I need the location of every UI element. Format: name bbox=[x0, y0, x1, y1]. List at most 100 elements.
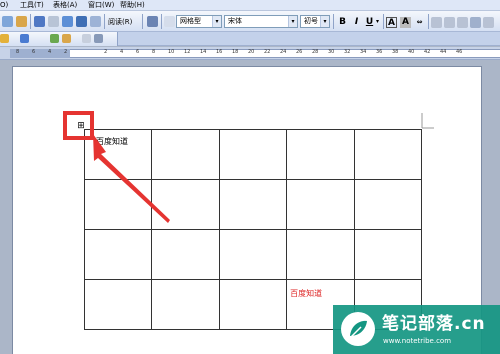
hyperlink-icon[interactable] bbox=[62, 16, 73, 27]
table-cell[interactable] bbox=[151, 279, 220, 330]
format-painter-icon[interactable] bbox=[16, 16, 27, 27]
shape-icon[interactable] bbox=[20, 34, 29, 43]
ruler-number: 12 bbox=[184, 49, 191, 55]
table-cell[interactable] bbox=[218, 129, 288, 180]
separator bbox=[161, 14, 162, 29]
char-border-button[interactable]: A bbox=[386, 17, 397, 28]
distributed-icon[interactable] bbox=[483, 17, 494, 28]
ruler-number: 32 bbox=[344, 49, 351, 55]
menu-item-help[interactable]: 帮助(H) bbox=[120, 1, 145, 10]
styles-pane-icon[interactable] bbox=[164, 16, 175, 27]
shading-color-icon[interactable] bbox=[0, 34, 9, 43]
ruler-number: 34 bbox=[360, 49, 367, 55]
char-scale-button[interactable]: ⇔ bbox=[414, 17, 425, 28]
separator bbox=[383, 14, 384, 29]
menu-item-partial[interactable]: O) bbox=[0, 1, 8, 10]
read-button[interactable]: 阅读(R) bbox=[108, 17, 132, 27]
table-cell[interactable] bbox=[286, 179, 355, 230]
table-cell[interactable] bbox=[286, 229, 355, 280]
table-row bbox=[83, 229, 423, 280]
underline-button[interactable]: U bbox=[364, 17, 375, 28]
table-cell[interactable] bbox=[151, 229, 220, 280]
table-cell[interactable] bbox=[353, 179, 423, 230]
font-size-dropdown[interactable]: 初号 ▾ bbox=[300, 15, 330, 28]
horizontal-ruler[interactable]: 8 6 4 2 2 4 6 8 10 12 14 16 18 20 22 24 … bbox=[0, 47, 500, 60]
ruler-number: 10 bbox=[168, 49, 175, 55]
table-cell[interactable] bbox=[218, 229, 288, 280]
menu-item-window[interactable]: 窗口(W) bbox=[88, 1, 114, 10]
justify-icon[interactable] bbox=[470, 17, 481, 28]
table-cell[interactable] bbox=[83, 279, 153, 330]
insert-table-icon[interactable] bbox=[90, 16, 101, 27]
redo-icon[interactable] bbox=[48, 16, 59, 27]
merge-cells-icon[interactable] bbox=[82, 34, 91, 43]
pen-icon[interactable] bbox=[50, 34, 59, 43]
undo-icon[interactable] bbox=[34, 16, 45, 27]
ruler-number: 20 bbox=[248, 49, 255, 55]
style-dropdown[interactable]: 网格型 ▾ bbox=[176, 15, 222, 28]
ruler-number: 40 bbox=[408, 49, 415, 55]
ruler-number: 46 bbox=[456, 49, 463, 55]
table-cell[interactable] bbox=[353, 229, 423, 280]
tables-borders-icon[interactable] bbox=[76, 16, 87, 27]
table-cell[interactable] bbox=[83, 229, 153, 280]
ruler-number: 2 bbox=[64, 49, 68, 55]
page-corner-mark bbox=[421, 113, 434, 129]
align-left-icon[interactable] bbox=[431, 17, 442, 28]
separator bbox=[30, 14, 31, 29]
ruler-number: 6 bbox=[32, 49, 36, 55]
ruler-number: 38 bbox=[392, 49, 399, 55]
chevron-down-icon[interactable]: ▾ bbox=[288, 16, 297, 27]
ruler-number: 24 bbox=[280, 49, 287, 55]
font-value: 宋体 bbox=[228, 17, 242, 25]
split-cells-icon[interactable] bbox=[94, 34, 103, 43]
menu-bar: O) 工具(T) 表格(A) 窗口(W) 帮助(H) bbox=[0, 0, 500, 11]
ruler-number: 28 bbox=[312, 49, 319, 55]
ruler-number: 44 bbox=[440, 49, 447, 55]
style-value: 网格型 bbox=[180, 17, 201, 25]
watermark-title: 笔记部落.cn bbox=[382, 314, 486, 334]
drawing-toolbar bbox=[0, 32, 500, 46]
char-shading-button[interactable]: A bbox=[400, 17, 411, 28]
annotation-arrow bbox=[93, 134, 170, 223]
watermark-url: www.notetribe.com bbox=[383, 337, 452, 345]
font-size-value: 初号 bbox=[304, 17, 318, 25]
separator bbox=[428, 14, 429, 29]
ruler-number: 6 bbox=[136, 49, 140, 55]
word-window: O) 工具(T) 表格(A) 窗口(W) 帮助(H) 阅读(R) 网格型 ▾ 宋… bbox=[0, 0, 500, 354]
ruler-number: 36 bbox=[376, 49, 383, 55]
chevron-down-icon[interactable]: ▾ bbox=[320, 16, 329, 27]
table-cell[interactable] bbox=[218, 279, 288, 330]
cell-text-red: 百度知道 bbox=[290, 289, 323, 298]
ruler-number: 4 bbox=[48, 49, 52, 55]
bold-button[interactable]: B bbox=[337, 17, 348, 28]
ruler-number: 4 bbox=[120, 49, 124, 55]
ruler-number: 18 bbox=[232, 49, 239, 55]
ruler-number: 16 bbox=[216, 49, 223, 55]
ruler-number: 8 bbox=[152, 49, 156, 55]
menu-item-tools[interactable]: 工具(T) bbox=[20, 1, 44, 10]
watermark-logo-icon bbox=[341, 312, 375, 346]
table-cell[interactable] bbox=[286, 129, 355, 180]
ruler-number: 42 bbox=[424, 49, 431, 55]
table-cell[interactable] bbox=[353, 129, 423, 180]
align-center-icon[interactable] bbox=[444, 17, 455, 28]
separator bbox=[333, 14, 334, 29]
chevron-down-icon[interactable]: ▾ bbox=[212, 16, 221, 27]
font-dropdown[interactable]: 宋体 ▾ bbox=[224, 15, 298, 28]
toolbar-options-icon[interactable] bbox=[147, 16, 158, 27]
highlight-icon[interactable] bbox=[62, 34, 71, 43]
ruler-number: 26 bbox=[296, 49, 303, 55]
ruler-number: 8 bbox=[16, 49, 20, 55]
menu-item-table[interactable]: 表格(A) bbox=[53, 1, 77, 10]
leaf-icon bbox=[350, 320, 367, 338]
chevron-down-icon[interactable]: ▾ bbox=[376, 17, 379, 27]
ruler-number: 22 bbox=[264, 49, 271, 55]
separator bbox=[142, 14, 143, 29]
cut-icon[interactable] bbox=[2, 16, 13, 27]
italic-button[interactable]: I bbox=[351, 17, 362, 28]
ruler-number: 14 bbox=[200, 49, 207, 55]
table-cell[interactable] bbox=[218, 179, 288, 230]
align-right-icon[interactable] bbox=[457, 17, 468, 28]
separator bbox=[104, 14, 105, 29]
